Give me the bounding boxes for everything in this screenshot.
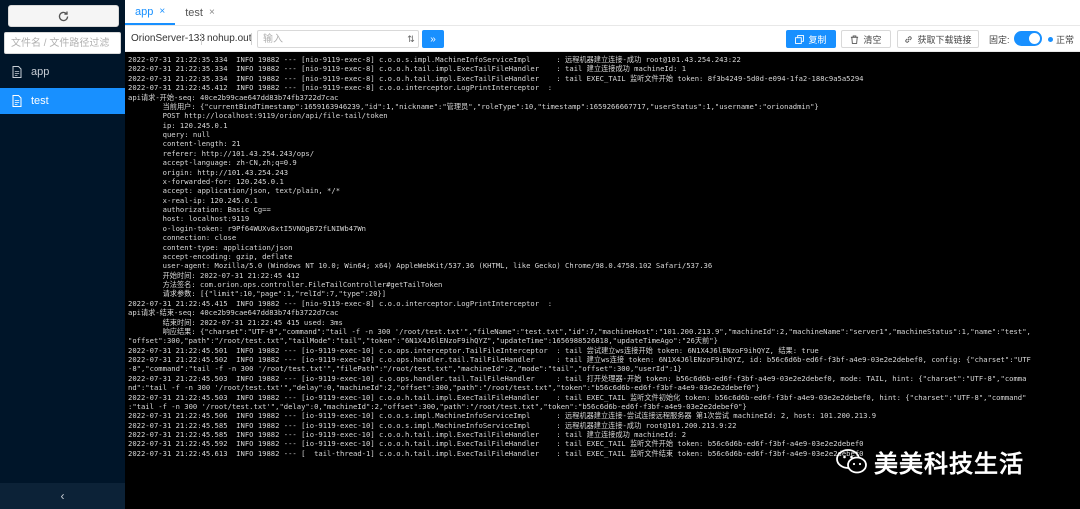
log-line: ip: 120.245.0.1 xyxy=(128,120,228,130)
log-line: api请求-结束-seq: 40ce2b99cae647dd83b74fb372… xyxy=(128,308,339,318)
log-line: api请求-开始-seq: 40ce2b99cae647dd83b74fb372… xyxy=(128,92,339,102)
close-icon[interactable]: × xyxy=(159,6,165,17)
file-icon xyxy=(12,95,22,107)
log-line: referer: http://101.43.254.243/ops/ xyxy=(128,148,315,158)
log-line: 开始时间: 2022-07-31 21:22:45 412 xyxy=(128,270,300,280)
copy-icon xyxy=(795,34,805,44)
watermark: 美美科技生活 xyxy=(836,444,1024,479)
fixed-label: 固定: xyxy=(989,35,1010,45)
clear-button-label: 清空 xyxy=(863,34,882,45)
fixed-scroll-toggle[interactable] xyxy=(1014,31,1042,46)
wechat-icon xyxy=(836,449,867,474)
status-indicator: 正常 xyxy=(1048,33,1074,46)
log-output[interactable]: 2022-07-31 21:22:35.334 INFO 19882 --- [… xyxy=(125,52,1080,509)
trash-icon xyxy=(851,34,859,44)
log-line: accept-encoding: gzip, deflate xyxy=(128,251,293,261)
log-line: content-length: 21 xyxy=(128,139,241,149)
copy-button-label: 复制 xyxy=(808,34,827,45)
sidebar-item-test[interactable]: test xyxy=(0,88,125,114)
log-line: content-type: application/json xyxy=(128,242,293,252)
log-line: 2022-07-31 21:22:45.502 INFO 19882 --- [… xyxy=(128,355,1031,364)
log-line: 当前用户: {"currentBindTimestamp":1659163946… xyxy=(128,101,819,111)
sidebar-item-label: test xyxy=(31,95,49,107)
sidebar-collapse-button[interactable]: ‹ xyxy=(0,483,125,509)
log-line: 2022-07-31 21:22:45.412 INFO 19882 --- [… xyxy=(128,83,553,93)
file-filter-input[interactable] xyxy=(4,32,121,54)
log-line: POST http://localhost:9119/orion/api/fil… xyxy=(128,111,388,121)
status-label: 正常 xyxy=(1056,35,1075,45)
send-button[interactable]: » xyxy=(422,30,444,48)
log-line: query: null xyxy=(128,130,211,139)
log-line: accept-language: zh-CN,zh;q=0.9 xyxy=(128,158,297,168)
download-link-button[interactable]: 获取下载链接 xyxy=(897,30,979,48)
log-line: "offset":300,"path":"/root/test.txt","ta… xyxy=(128,336,718,346)
log-line: 2022-07-31 21:22:45.415 INFO 19882 --- [… xyxy=(128,298,553,308)
log-line: user-agent: Mozilla/5.0 (Windows NT 10.0… xyxy=(128,261,713,271)
command-input[interactable] xyxy=(257,30,419,48)
sidebar-item-app[interactable]: app xyxy=(0,59,125,85)
log-line: -8","command":"tail -f -n 300 '/root/tes… xyxy=(128,364,682,374)
tab-app[interactable]: app × xyxy=(125,0,176,25)
host-label: OrionServer-133 xyxy=(131,33,205,44)
close-icon[interactable]: × xyxy=(209,7,215,18)
file-icon xyxy=(12,66,22,78)
link-icon xyxy=(905,35,913,43)
log-line: 2022-07-31 21:22:45.506 INFO 19882 --- [… xyxy=(128,411,877,421)
log-line: 2022-07-31 21:22:45.585 INFO 19882 --- [… xyxy=(128,430,687,439)
tab-bar: app × test × xyxy=(125,0,1080,26)
log-line: nd":"tail -f -n 300 '/root/test.txt'","d… xyxy=(128,383,760,393)
log-line: 2022-07-31 21:22:45.585 INFO 19882 --- [… xyxy=(128,420,737,430)
tab-label: app xyxy=(135,5,154,18)
refresh-button[interactable] xyxy=(8,5,119,27)
double-arrow-icon: » xyxy=(430,33,436,45)
file-name-label: nohup.out xyxy=(207,33,252,44)
log-line: 2022-07-31 21:22:45.503 INFO 19882 --- [… xyxy=(128,392,1027,402)
log-toolbar: OrionServer-133 nohup.out ⇅ » 复制 清空 获取下载… xyxy=(125,26,1080,52)
log-line: 2022-07-31 21:22:45.501 INFO 19882 --- [… xyxy=(128,345,819,355)
sidebar-item-label: app xyxy=(31,66,50,78)
log-line: connection: close xyxy=(128,233,237,243)
log-line: 2022-07-31 21:22:35.334 INFO 19882 --- [… xyxy=(128,73,864,83)
log-line: 2022-07-31 21:22:45.503 INFO 19882 --- [… xyxy=(128,373,1027,383)
toggle-knob xyxy=(1029,33,1040,44)
log-line: origin: http://101.43.254.243 xyxy=(128,167,289,177)
log-line: authorization: Basic Cg== xyxy=(128,205,271,214)
log-line: 2022-07-31 21:22:35.334 INFO 19882 --- [… xyxy=(128,64,687,74)
log-line: 2022-07-31 21:22:35.334 INFO 19882 --- [… xyxy=(128,55,741,64)
sort-icon[interactable]: ⇅ xyxy=(403,30,419,48)
log-line: 请求参数: [{"limit":10,"page":1,"relId":7,"t… xyxy=(128,289,387,299)
log-line: :"tail -f -n 300 '/root/test.txt'","dela… xyxy=(128,401,747,411)
tab-label: test xyxy=(185,6,203,19)
refresh-icon xyxy=(58,10,69,21)
tab-test[interactable]: test × xyxy=(175,0,225,25)
log-line: accept: application/json, text/plain, */… xyxy=(128,186,341,196)
divider xyxy=(201,33,202,45)
log-line: x-real-ip: 120.245.0.1 xyxy=(128,195,258,205)
sidebar: app test ‹ xyxy=(0,0,125,509)
clear-button[interactable]: 清空 xyxy=(841,30,891,48)
log-line: 响应结果: {"charset":"UTF-8","command":"tail… xyxy=(128,326,1031,336)
status-dot-icon xyxy=(1048,37,1053,42)
log-line: host: localhost:9119 xyxy=(128,214,250,224)
copy-button[interactable]: 复制 xyxy=(786,30,836,48)
chevron-left-icon: ‹ xyxy=(60,489,65,503)
log-line: o-login-token: r9Pf64WUXv8xtI5VNOgB72fLN… xyxy=(128,223,366,233)
log-line: 方法签名: com.orion.ops.controller.FileTailC… xyxy=(128,280,443,289)
log-line: x-forwarded-for: 120.245.0.1 xyxy=(128,176,284,186)
watermark-text: 美美科技生活 xyxy=(874,450,1024,478)
download-link-label: 获取下载链接 xyxy=(917,34,972,45)
divider xyxy=(251,33,252,45)
log-line: 结束时间: 2022-07-31 21:22:45 415 used: 3ms xyxy=(128,317,343,327)
